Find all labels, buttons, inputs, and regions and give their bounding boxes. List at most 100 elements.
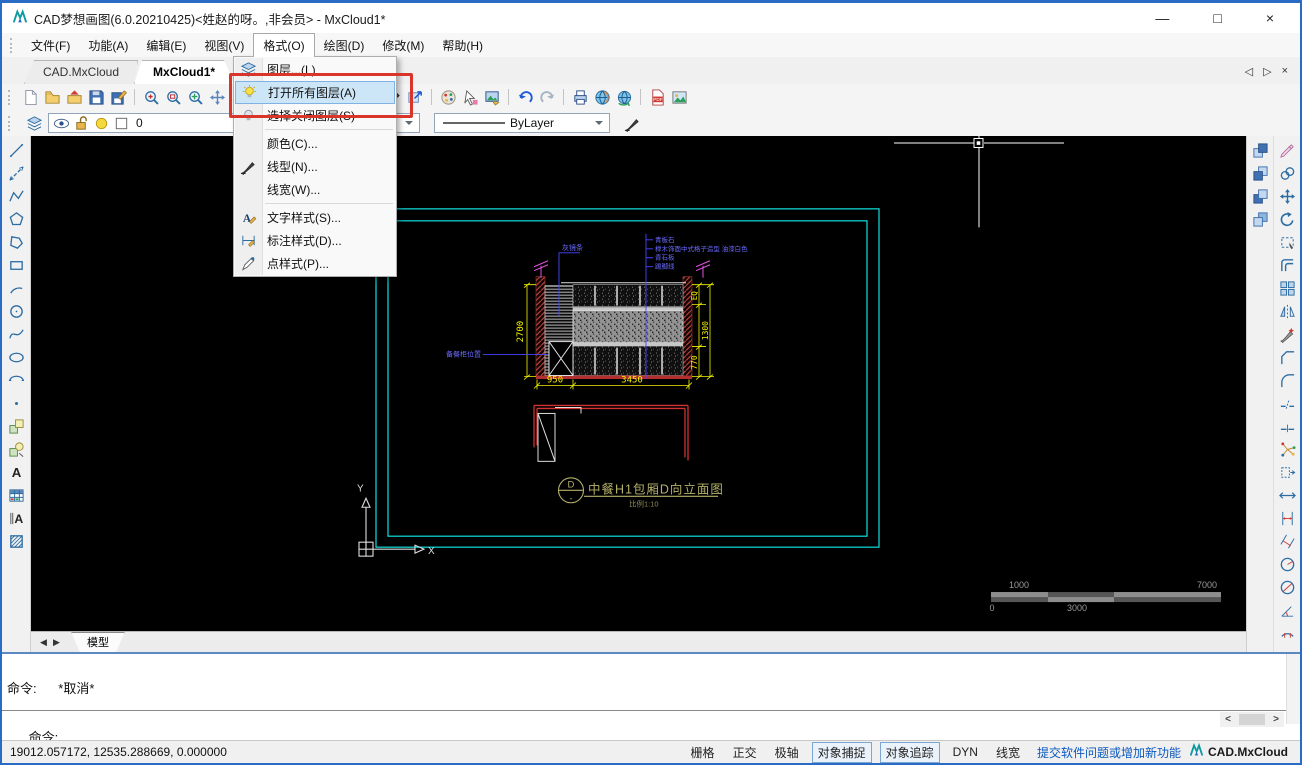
polygon-icon[interactable]: [6, 209, 26, 229]
line-icon[interactable]: [6, 140, 26, 160]
dim-aligned-icon[interactable]: [1277, 531, 1297, 551]
hatch-icon[interactable]: [6, 531, 26, 551]
erase-icon[interactable]: [1277, 140, 1297, 160]
menu-item-color[interactable]: 颜色(C)...: [235, 132, 395, 155]
draw-order-below-icon[interactable]: [1250, 209, 1270, 229]
toggle-lineweight[interactable]: 线宽: [991, 743, 1025, 762]
stretch-icon[interactable]: [1277, 462, 1297, 482]
select-window-icon[interactable]: [1277, 232, 1297, 252]
dim-radius-icon[interactable]: [1277, 554, 1297, 574]
match-properties-icon[interactable]: [1277, 324, 1297, 344]
menu-item-lineweight[interactable]: 线宽(W)...: [235, 178, 395, 201]
model-tab[interactable]: 模型: [71, 632, 125, 653]
command-hscrollbar[interactable]: < >: [1220, 712, 1284, 727]
xline-icon[interactable]: [6, 163, 26, 183]
insert-block-icon[interactable]: [6, 416, 26, 436]
move-icon[interactable]: [1277, 186, 1297, 206]
scroll-left-icon[interactable]: <: [1220, 714, 1236, 725]
make-block-icon[interactable]: [6, 439, 26, 459]
ellipse-arc-icon[interactable]: [6, 370, 26, 390]
spline-icon[interactable]: [6, 324, 26, 344]
menu-modify[interactable]: 修改(M): [373, 34, 433, 57]
arc-icon[interactable]: [6, 278, 26, 298]
zoom-extents-icon[interactable]: [185, 87, 205, 107]
mtext-icon[interactable]: A: [6, 508, 26, 528]
menu-view[interactable]: 视图(V): [195, 34, 253, 57]
command-window[interactable]: 命令: *取消* 命令: *取消* 命令: *取消* 命令: *取消* 命令: …: [2, 652, 1300, 741]
pan-icon[interactable]: [207, 87, 227, 107]
toggle-ortho[interactable]: 正交: [728, 743, 762, 762]
dim-diameter-icon[interactable]: [1277, 577, 1297, 597]
drawing-canvas[interactable]: 2700 950 3450 EQ 1300 770: [31, 136, 1246, 631]
mirror-icon[interactable]: [1277, 301, 1297, 321]
model-next-icon[interactable]: ▶: [50, 637, 63, 648]
tab-cad-mxcloud[interactable]: CAD.MxCloud: [24, 60, 138, 84]
toggle-dyn[interactable]: DYN: [948, 744, 983, 760]
freeform-polygon-icon[interactable]: [6, 232, 26, 252]
web-refresh-icon[interactable]: [614, 87, 634, 107]
polyline-icon[interactable]: [6, 186, 26, 206]
dim-arc-icon[interactable]: [1277, 623, 1297, 643]
rectangle-icon[interactable]: [6, 255, 26, 275]
text-icon[interactable]: A: [6, 462, 26, 482]
minimize-button[interactable]: —: [1155, 10, 1169, 26]
break-icon[interactable]: [1277, 393, 1297, 413]
save-icon[interactable]: [86, 87, 106, 107]
undo-icon[interactable]: [515, 87, 535, 107]
menu-item-point-style[interactable]: 点样式(P)...: [235, 252, 395, 275]
explode-icon[interactable]: [1277, 439, 1297, 459]
pdf-export-icon[interactable]: PDF: [647, 87, 667, 107]
menu-draw[interactable]: 绘图(D): [315, 34, 374, 57]
copy-icon[interactable]: [1277, 163, 1297, 183]
image-save-icon[interactable]: [482, 87, 502, 107]
save-as-icon[interactable]: [108, 87, 128, 107]
table-icon[interactable]: [6, 485, 26, 505]
maximize-button[interactable]: □: [1213, 10, 1221, 26]
toggle-osnap[interactable]: 对象捕捉: [812, 742, 872, 763]
chevron-down-icon[interactable]: [402, 115, 417, 131]
menu-item-text-style[interactable]: A文字样式(S)...: [235, 206, 395, 229]
linetype-select[interactable]: ByLayer: [434, 113, 610, 133]
scroll-right-icon[interactable]: >: [1268, 714, 1284, 725]
offset-icon[interactable]: [1277, 255, 1297, 275]
array-icon[interactable]: [1277, 278, 1297, 298]
menu-item-linetype[interactable]: 线型(N)...: [235, 155, 395, 178]
tab-next-icon[interactable]: ▷: [1263, 65, 1271, 78]
zoom-in-icon[interactable]: [141, 87, 161, 107]
model-prev-icon[interactable]: ◀: [37, 637, 50, 648]
lengthen-icon[interactable]: [1277, 485, 1297, 505]
chevron-down-icon[interactable]: [592, 115, 607, 131]
toggle-otrack[interactable]: 对象追踪: [880, 742, 940, 763]
menu-format[interactable]: 格式(O): [253, 33, 314, 57]
export-icon[interactable]: [405, 87, 425, 107]
toggle-grid[interactable]: 栅格: [686, 743, 720, 762]
close-button[interactable]: ×: [1266, 10, 1274, 26]
new-file-icon[interactable]: [20, 87, 40, 107]
draw-order-front-icon[interactable]: [1250, 140, 1270, 160]
layers-icon[interactable]: [24, 113, 44, 133]
ellipse-icon[interactable]: [6, 347, 26, 367]
printer-icon[interactable]: [570, 87, 590, 107]
command-vscrollbar[interactable]: [1286, 654, 1300, 724]
menu-item-select-close-layers[interactable]: 选择关闭图层(S): [235, 104, 395, 127]
palette-icon[interactable]: [438, 87, 458, 107]
fillet-icon[interactable]: [1277, 370, 1297, 390]
dim-linear-icon[interactable]: [1277, 508, 1297, 528]
zoom-window-icon[interactable]: [163, 87, 183, 107]
feedback-link[interactable]: 提交软件问题或增加新功能: [1037, 744, 1181, 761]
tab-mxcloud1[interactable]: MxCloud1*: [134, 60, 234, 84]
menu-file[interactable]: 文件(F): [22, 34, 79, 57]
linetype-brush-icon[interactable]: [622, 113, 642, 133]
pointer-select-icon[interactable]: [460, 87, 480, 107]
tab-close-icon[interactable]: ×: [1282, 65, 1288, 78]
dim-angular-icon[interactable]: [1277, 600, 1297, 620]
menu-function[interactable]: 功能(A): [79, 34, 137, 57]
draw-order-back-icon[interactable]: [1250, 163, 1270, 183]
tab-prev-icon[interactable]: ◁: [1245, 65, 1253, 78]
menu-help[interactable]: 帮助(H): [433, 34, 492, 57]
menu-item-layers[interactable]: 图层...(L): [235, 58, 395, 81]
menu-edit[interactable]: 编辑(E): [137, 34, 195, 57]
rotate-icon[interactable]: [1277, 209, 1297, 229]
toggle-polar[interactable]: 极轴: [770, 743, 804, 762]
break-at-point-icon[interactable]: [1277, 416, 1297, 436]
